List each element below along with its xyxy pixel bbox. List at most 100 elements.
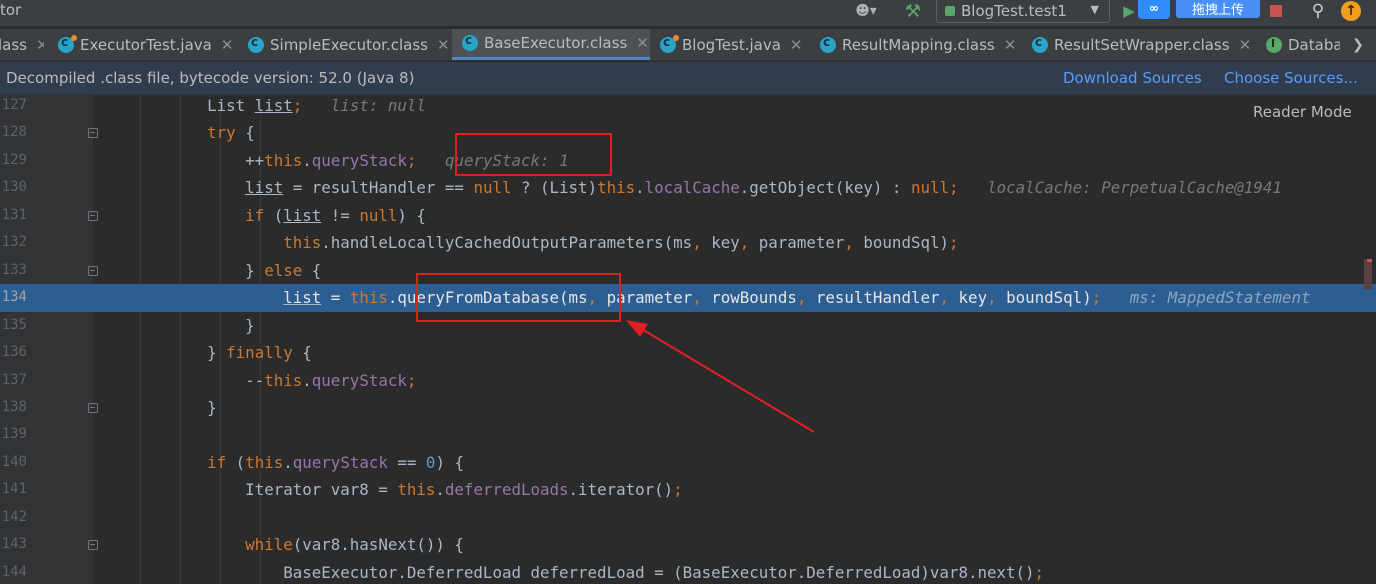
line-number[interactable]: 131 bbox=[0, 202, 27, 229]
code-line-129[interactable]: 129 ++this.queryStack; queryStack: 1 bbox=[0, 147, 1376, 174]
code-line-131[interactable]: 131 if (list != null) { bbox=[0, 202, 1376, 229]
class-icon bbox=[462, 33, 478, 51]
code-text[interactable]: --this.queryStack; bbox=[93, 367, 416, 394]
class-icon bbox=[248, 35, 264, 53]
code-text[interactable]: if (list != null) { bbox=[93, 202, 426, 229]
close-icon[interactable]: ✕ bbox=[1239, 36, 1252, 54]
code-line-141[interactable]: 141 Iterator var8 = this.deferredLoads.i… bbox=[0, 476, 1376, 503]
code-text[interactable]: BaseExecutor.DeferredLoad deferredLoad =… bbox=[93, 559, 1044, 584]
baidu-upload-widget[interactable]: ∞ 拖拽上传 bbox=[1138, 0, 1262, 19]
tab-database[interactable]: Databa bbox=[1266, 29, 1340, 60]
code-line-127[interactable]: 127 List list; list: null bbox=[0, 95, 1376, 119]
line-number[interactable]: 136 bbox=[0, 339, 27, 366]
tab-label: BlogTest.java bbox=[682, 35, 781, 54]
code-text[interactable]: list = resultHandler == null ? (List)thi… bbox=[93, 174, 1282, 201]
build-hammer-icon[interactable]: ⚒ bbox=[901, 0, 925, 22]
code-line-136[interactable]: 136 } finally { bbox=[0, 339, 1376, 366]
close-icon[interactable]: ✕ bbox=[1004, 36, 1017, 54]
code-text[interactable]: Iterator var8 = this.deferredLoads.itera… bbox=[93, 476, 683, 503]
code-text[interactable]: } bbox=[93, 394, 217, 421]
code-text[interactable]: } bbox=[93, 312, 255, 339]
code-line-140[interactable]: 140 if (this.queryStack == 0) { bbox=[0, 449, 1376, 476]
code-editor[interactable]: 127 List list; list: null 128 try { 129 … bbox=[0, 95, 1376, 584]
chevron-down-icon[interactable]: ❯ bbox=[1340, 29, 1376, 60]
class-icon bbox=[820, 35, 836, 53]
code-line-135[interactable]: 135 } bbox=[0, 312, 1376, 339]
tab-resultsetwrapper[interactable]: ResultSetWrapper.class ✕ bbox=[1032, 29, 1256, 60]
code-line-130[interactable]: 130 list = resultHandler == null ? (List… bbox=[0, 174, 1376, 201]
line-number[interactable]: 127 bbox=[0, 95, 27, 119]
close-icon[interactable]: ✕ bbox=[36, 36, 44, 54]
code-line-142[interactable]: 142 bbox=[0, 504, 1376, 531]
line-number[interactable]: 143 bbox=[0, 531, 27, 558]
class-icon bbox=[1032, 35, 1048, 53]
update-icon[interactable]: ↑ bbox=[1340, 0, 1362, 22]
banner-message: Decompiled .class file, bytecode version… bbox=[6, 69, 415, 87]
code-text[interactable]: } else { bbox=[93, 257, 321, 284]
line-number[interactable]: 132 bbox=[0, 229, 27, 256]
download-sources-link[interactable]: Download Sources bbox=[1063, 69, 1202, 87]
line-number[interactable]: 141 bbox=[0, 476, 27, 503]
code-line-134-current[interactable]: 134 list = this.queryFromDatabase(ms, pa… bbox=[0, 284, 1376, 312]
tab-label: ResultMapping.class bbox=[842, 35, 995, 54]
editor-tab-bar: lass ✕ ExecutorTest.java ✕ SimpleExecuto… bbox=[0, 29, 1376, 61]
line-number[interactable]: 130 bbox=[0, 174, 27, 201]
run-configuration-label: BlogTest.test1 bbox=[961, 1, 1067, 20]
code-text[interactable]: } finally { bbox=[93, 339, 312, 366]
tab-resultmapping[interactable]: ResultMapping.class ✕ bbox=[820, 29, 1042, 60]
stop-icon[interactable] bbox=[1268, 0, 1284, 22]
error-stripe-marker[interactable] bbox=[1364, 259, 1372, 289]
junit-icon bbox=[945, 5, 955, 16]
close-icon[interactable]: ✕ bbox=[221, 36, 234, 54]
code-text[interactable]: List list; list: null bbox=[93, 95, 426, 119]
tab-class[interactable]: lass ✕ bbox=[0, 29, 44, 60]
line-number[interactable]: 139 bbox=[0, 421, 27, 448]
line-number[interactable]: 138 bbox=[0, 394, 27, 421]
tab-blogtest[interactable]: BlogTest.java ✕ bbox=[660, 29, 808, 60]
close-icon[interactable]: ✕ bbox=[437, 36, 450, 54]
search-icon[interactable]: ⚲ bbox=[1306, 0, 1330, 22]
tab-executortest[interactable]: ExecutorTest.java ✕ bbox=[58, 29, 236, 60]
line-number[interactable]: 144 bbox=[0, 559, 27, 584]
line-number[interactable]: 137 bbox=[0, 367, 27, 394]
code-line-139[interactable]: 139 bbox=[0, 421, 1376, 448]
code-text[interactable]: list = this.queryFromDatabase(ms, parame… bbox=[93, 284, 1310, 311]
code-line-138[interactable]: 138 } bbox=[0, 394, 1376, 421]
run-icon[interactable]: ▶ bbox=[1122, 0, 1136, 22]
java-class-icon bbox=[58, 34, 77, 53]
java-class-icon bbox=[660, 34, 679, 53]
decompiled-banner: Decompiled .class file, bytecode version… bbox=[0, 62, 1376, 95]
reader-mode-toggle[interactable]: Reader Mode bbox=[1253, 103, 1352, 121]
user-icon[interactable]: ☻▾ bbox=[848, 0, 884, 22]
chevron-down-icon: ▼ bbox=[1090, 3, 1099, 16]
line-number[interactable]: 128 bbox=[0, 119, 27, 146]
line-number[interactable]: 135 bbox=[0, 312, 27, 339]
code-line-132[interactable]: 132 this.handleLocallyCachedOutputParame… bbox=[0, 229, 1376, 256]
close-icon[interactable]: ✕ bbox=[790, 36, 803, 54]
code-text[interactable]: while(var8.hasNext()) { bbox=[93, 531, 464, 558]
line-number[interactable]: 140 bbox=[0, 449, 27, 476]
code-text[interactable]: try { bbox=[93, 119, 255, 146]
line-number[interactable]: 134 bbox=[0, 284, 27, 311]
run-configuration-select[interactable]: BlogTest.test1 ▼ bbox=[936, 0, 1110, 23]
tab-simpleexecutor[interactable]: SimpleExecutor.class ✕ bbox=[248, 29, 452, 60]
tab-baseexecutor[interactable]: BaseExecutor.class ✕ bbox=[452, 29, 650, 60]
code-line-137[interactable]: 137 --this.queryStack; bbox=[0, 367, 1376, 394]
choose-sources-link[interactable]: Choose Sources... bbox=[1224, 69, 1358, 87]
code-line-128[interactable]: 128 try { bbox=[0, 119, 1376, 146]
code-text[interactable]: this.handleLocallyCachedOutputParameters… bbox=[93, 229, 958, 256]
line-number[interactable]: 142 bbox=[0, 504, 27, 531]
annotation-box-querystack bbox=[455, 133, 612, 176]
code-line-143[interactable]: 143 while(var8.hasNext()) { bbox=[0, 531, 1376, 558]
tab-label: ResultSetWrapper.class bbox=[1054, 35, 1230, 54]
code-line-133[interactable]: 133 } else { bbox=[0, 257, 1376, 284]
annotation-box-queryfromdatabase bbox=[416, 273, 621, 322]
line-number[interactable]: 133 bbox=[0, 257, 27, 284]
tab-label: BaseExecutor.class bbox=[484, 34, 628, 52]
drag-upload-button[interactable]: 拖拽上传 bbox=[1176, 0, 1260, 18]
line-number[interactable]: 129 bbox=[0, 147, 27, 174]
code-line-144[interactable]: 144 BaseExecutor.DeferredLoad deferredLo… bbox=[0, 559, 1376, 584]
close-icon[interactable]: ✕ bbox=[636, 34, 649, 52]
main-toolbar: tor ☻▾ ⚒ BlogTest.test1 ▼ ▶ ∞ 拖拽上传 ⚲ ↑ bbox=[0, 0, 1376, 26]
code-text[interactable]: if (this.queryStack == 0) { bbox=[93, 449, 464, 476]
